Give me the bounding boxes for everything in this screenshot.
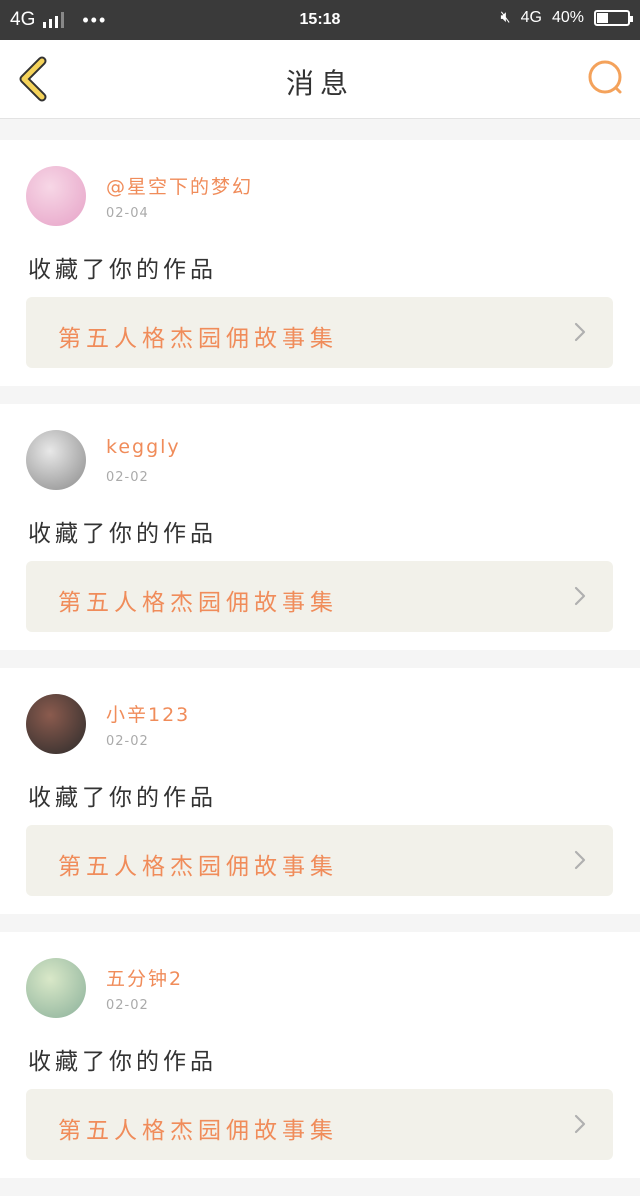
username[interactable]: keggly	[106, 436, 181, 458]
avatar[interactable]	[26, 694, 86, 754]
chevron-right-icon	[574, 322, 586, 342]
date: 02-02	[106, 998, 149, 1013]
mute-icon: 🔇︎	[500, 9, 511, 26]
page-title: 消息	[285, 67, 354, 100]
chevron-right-icon	[574, 850, 586, 870]
username[interactable]: 小辛123	[106, 700, 190, 727]
date: 02-04	[106, 206, 149, 221]
action-text: 收藏了你的作品	[28, 785, 217, 811]
date: 02-02	[106, 734, 149, 749]
chevron-right-icon	[574, 586, 586, 606]
app-header: 消息	[0, 40, 640, 119]
avatar[interactable]	[26, 430, 86, 490]
battery-icon	[594, 10, 633, 26]
username[interactable]: @星空下的梦幻	[106, 172, 253, 199]
avatar[interactable]	[26, 958, 86, 1018]
work-link[interactable]: 第五人格杰园佣故事集	[26, 825, 613, 896]
avatar[interactable]	[26, 166, 86, 226]
notification-list: @星空下的梦幻 02-04 收藏了你的作品 第五人格杰园佣故事集 keggly …	[0, 140, 640, 1196]
network-label-right: 4G	[520, 9, 542, 26]
work-link[interactable]: 第五人格杰园佣故事集	[26, 297, 613, 368]
action-text: 收藏了你的作品	[28, 521, 217, 547]
work-title: 第五人格杰园佣故事集	[58, 326, 338, 352]
notification-card: 小辛123 02-02 收藏了你的作品 第五人格杰园佣故事集	[0, 668, 640, 914]
search-icon	[588, 60, 622, 94]
notification-card: 五分钟2 02-02 收藏了你的作品 第五人格杰园佣故事集	[0, 932, 640, 1178]
username[interactable]: 五分钟2	[106, 964, 183, 991]
work-title: 第五人格杰园佣故事集	[58, 1118, 338, 1144]
action-text: 收藏了你的作品	[28, 1049, 217, 1075]
notification-card: keggly 02-02 收藏了你的作品 第五人格杰园佣故事集	[0, 404, 640, 650]
battery-percent: 40%	[551, 9, 584, 26]
work-title: 第五人格杰园佣故事集	[58, 854, 338, 880]
search-button[interactable]	[586, 58, 626, 98]
work-link[interactable]: 第五人格杰园佣故事集	[26, 561, 613, 632]
work-title: 第五人格杰园佣故事集	[58, 590, 338, 616]
status-right: 🔇︎ 4G 40%	[500, 9, 633, 27]
chevron-right-icon	[574, 1114, 586, 1134]
action-text: 收藏了你的作品	[28, 257, 217, 283]
date: 02-02	[106, 470, 149, 485]
work-link[interactable]: 第五人格杰园佣故事集	[26, 1089, 613, 1160]
status-bar: 4G ••• 15:18 🔇︎ 4G 40%	[0, 0, 640, 40]
notification-card: @星空下的梦幻 02-04 收藏了你的作品 第五人格杰园佣故事集	[0, 140, 640, 386]
